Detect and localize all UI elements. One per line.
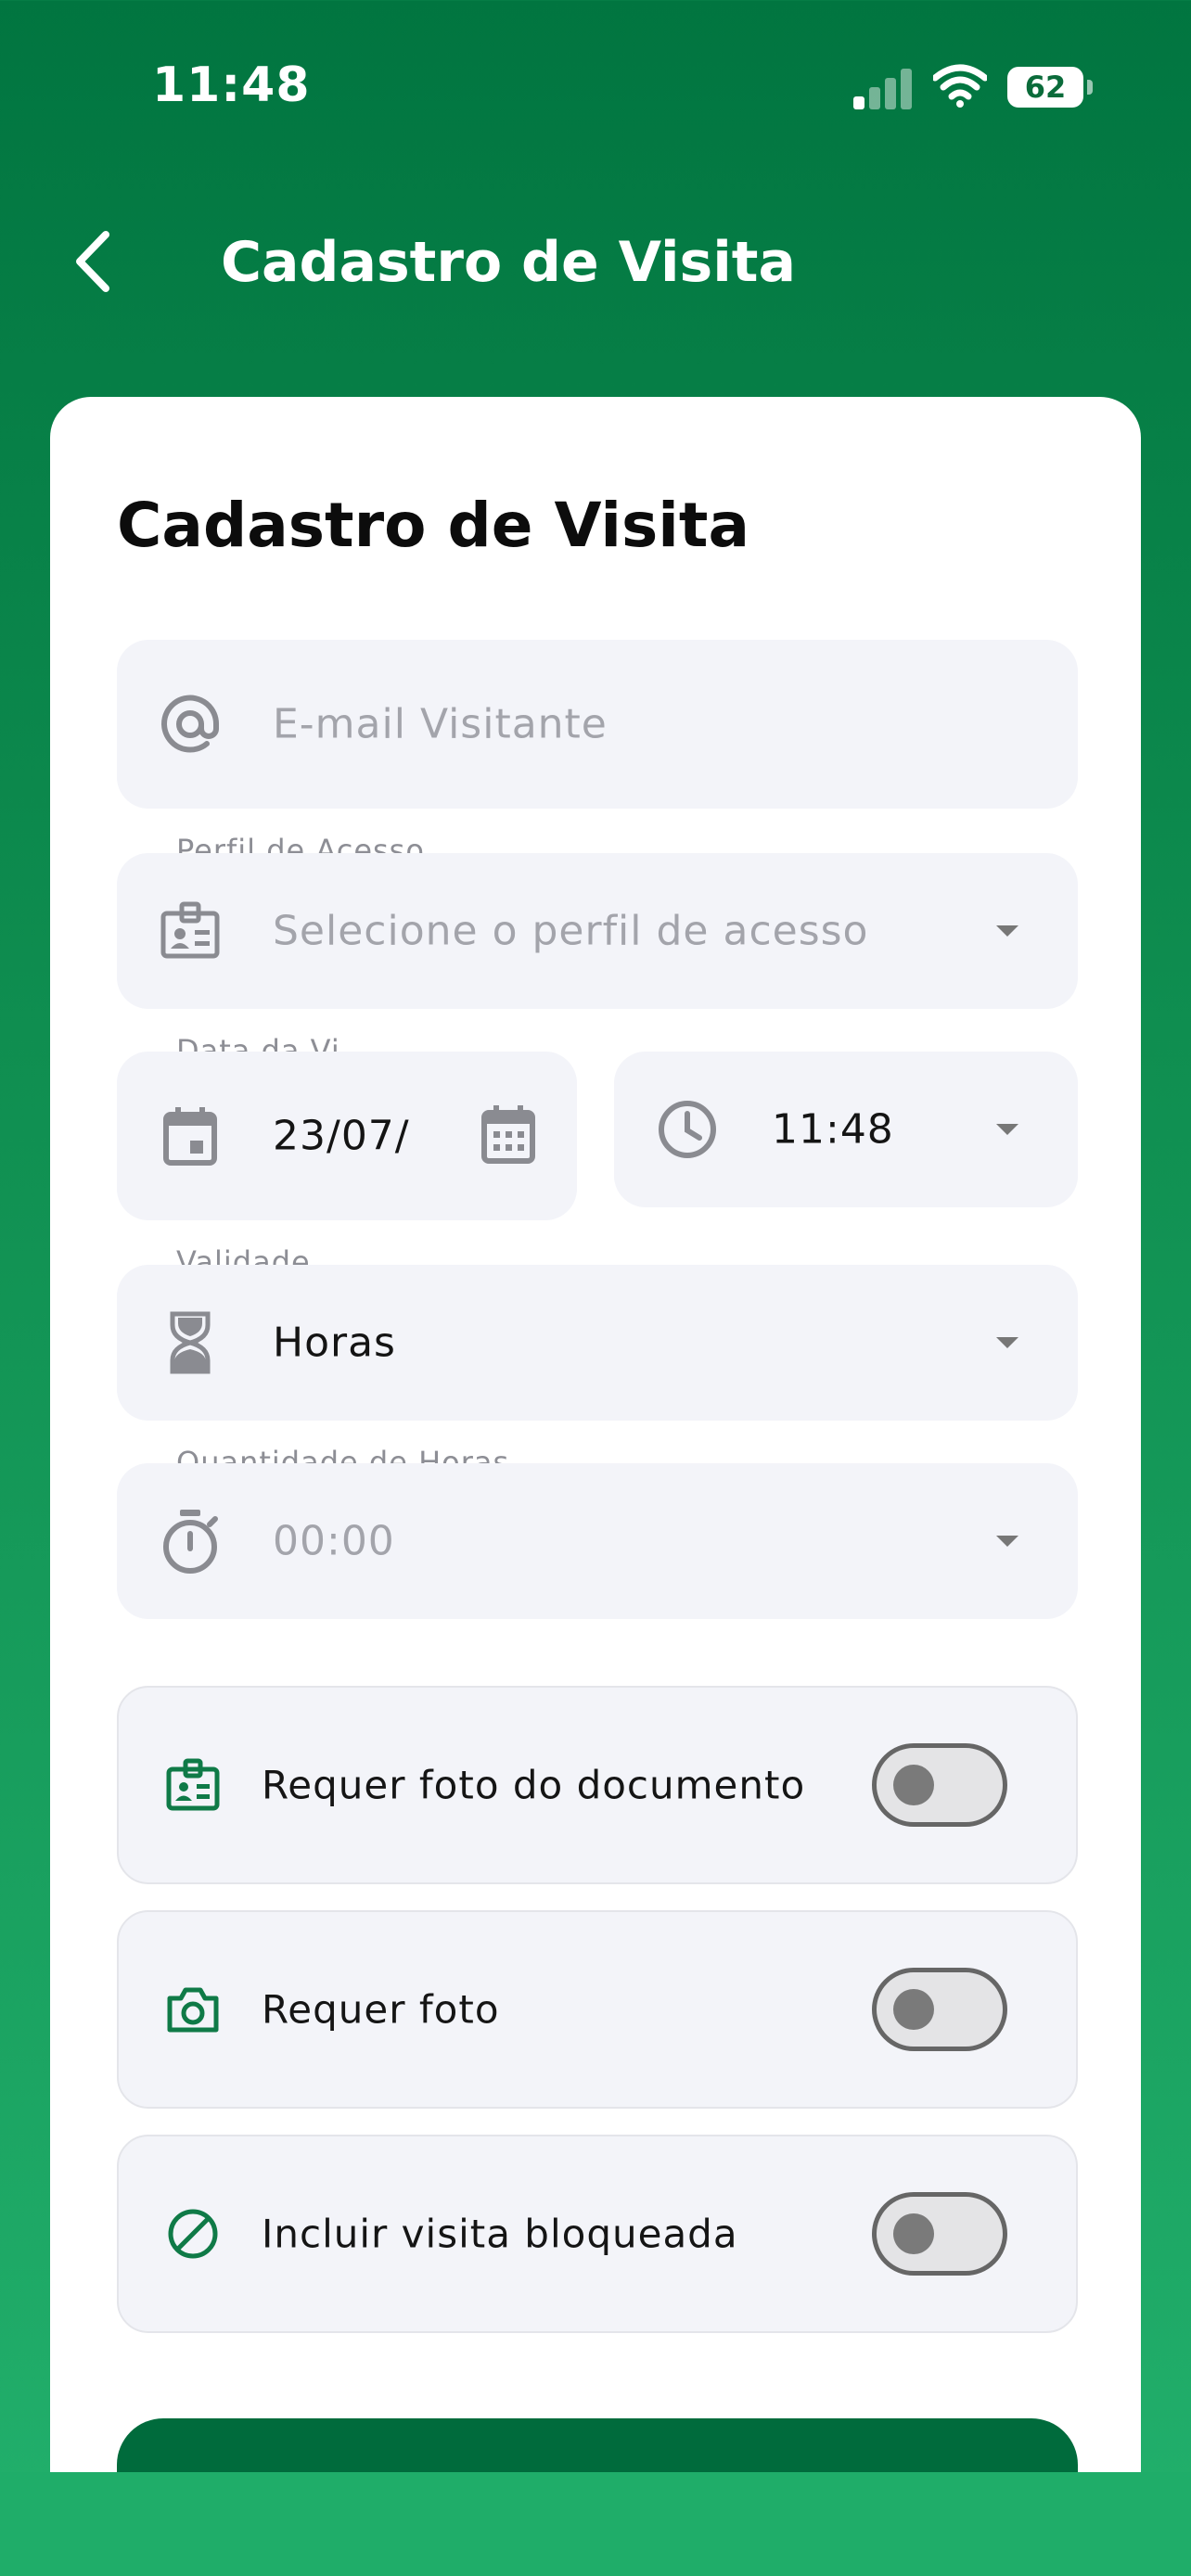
- battery-level: 62: [1024, 70, 1067, 105]
- visit-date-field[interactable]: 23/07/: [117, 1052, 577, 1220]
- hours-quantity-select[interactable]: 00:00: [117, 1463, 1078, 1619]
- toggle-photo: Requer foto: [117, 1910, 1078, 2109]
- at-icon: [158, 692, 223, 757]
- cellular-signal-icon: [853, 67, 913, 109]
- chevron-down-icon: [996, 925, 1018, 937]
- clock-icon: [655, 1097, 720, 1162]
- toggle-label: Incluir visita bloqueada: [262, 2211, 738, 2257]
- chevron-down-icon: [996, 1337, 1018, 1348]
- chevron-left-icon: [76, 231, 109, 292]
- toggle-label: Requer foto do documento: [262, 1762, 806, 1808]
- back-button[interactable]: [56, 224, 130, 299]
- battery-tip: [1087, 80, 1093, 95]
- switch-knob: [893, 1765, 934, 1805]
- badge-icon: [158, 899, 223, 963]
- toggle-document-photo: Requer foto do documento: [117, 1686, 1078, 1884]
- visit-time-select[interactable]: 11:48: [614, 1052, 1078, 1207]
- chevron-down-icon: [996, 1536, 1018, 1547]
- blocked-visit-switch[interactable]: [872, 2192, 1007, 2276]
- id-card-icon: [163, 1755, 223, 1815]
- status-time: 11:48: [152, 57, 311, 113]
- hours-quantity-placeholder: 00:00: [273, 1517, 395, 1565]
- access-profile-select[interactable]: Selecione o perfil de acesso: [117, 853, 1078, 1009]
- email-placeholder: E-mail Visitante: [273, 700, 608, 748]
- wifi-icon: [931, 63, 989, 108]
- validity-select[interactable]: Horas: [117, 1265, 1078, 1421]
- battery-indicator: 62: [1007, 67, 1083, 108]
- page-title: Cadastro de Visita: [117, 490, 749, 561]
- app-header: Cadastro de Visita: [0, 204, 1191, 325]
- visit-date-value: 23/07/: [273, 1112, 410, 1160]
- stopwatch-icon: [158, 1509, 223, 1574]
- form-card: Cadastro de Visita E-mail Visitante Perf…: [50, 397, 1141, 2576]
- photo-switch[interactable]: [872, 1968, 1007, 2051]
- header-title: Cadastro de Visita: [221, 230, 796, 295]
- hourglass-icon: [158, 1310, 223, 1375]
- access-profile-placeholder: Selecione o perfil de acesso: [273, 907, 869, 955]
- document-photo-switch[interactable]: [872, 1743, 1007, 1827]
- toggle-blocked-visit: Incluir visita bloqueada: [117, 2135, 1078, 2333]
- chevron-down-icon: [996, 1124, 1018, 1135]
- visit-time-value: 11:48: [772, 1105, 894, 1154]
- email-field[interactable]: E-mail Visitante: [117, 640, 1078, 809]
- switch-knob: [893, 1989, 934, 2030]
- toggle-label: Requer foto: [262, 1986, 500, 2033]
- validity-value: Horas: [273, 1319, 396, 1367]
- calendar-icon: [158, 1103, 223, 1168]
- calendar-grid-icon[interactable]: [480, 1103, 536, 1168]
- camera-icon: [163, 1980, 223, 2039]
- switch-knob: [893, 2213, 934, 2254]
- status-bar: 11:48 62: [0, 0, 1191, 176]
- block-icon: [163, 2204, 223, 2264]
- bottom-bar: [0, 2472, 1191, 2576]
